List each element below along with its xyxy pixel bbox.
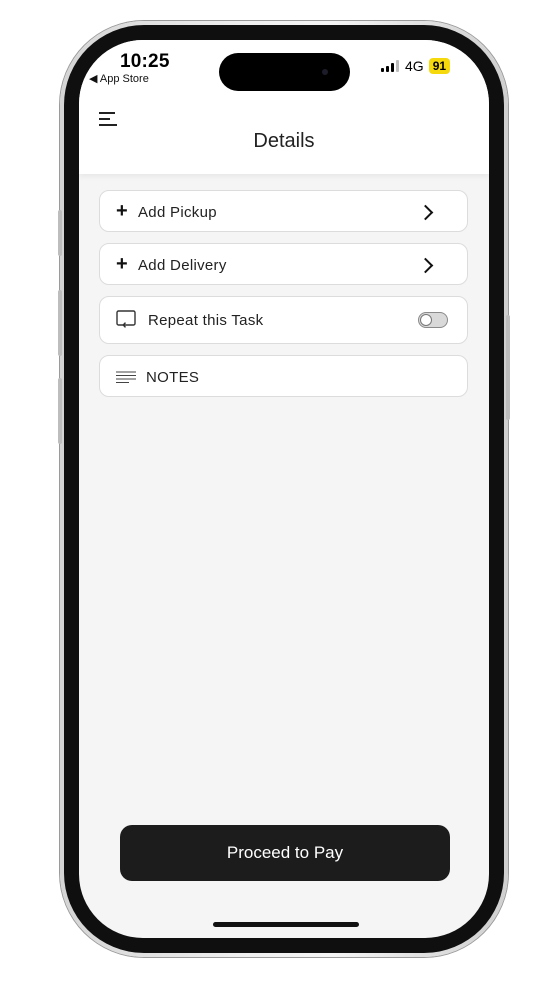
add-pickup-label: Add Pickup (138, 204, 217, 221)
add-delivery-label: Add Delivery (138, 257, 227, 274)
status-time: 10:25 (120, 51, 170, 72)
action-button (58, 210, 62, 256)
notes-lines-icon (116, 371, 136, 383)
power-button (506, 315, 510, 420)
camera-icon (322, 69, 328, 75)
add-delivery-row[interactable]: + Add Delivery (99, 243, 468, 285)
volume-down-button (58, 378, 62, 444)
dynamic-island (219, 53, 350, 91)
signal-bars-icon (381, 60, 399, 72)
chevron-right-icon (417, 204, 434, 221)
app-screen: 10:25 ◀ App Store 4G 91 Details + Add Pi… (79, 40, 489, 938)
hamburger-menu-icon[interactable] (99, 112, 117, 126)
top-bar: 10:25 ◀ App Store 4G 91 Details (79, 40, 489, 174)
repeat-icon (116, 310, 136, 328)
proceed-to-pay-button[interactable]: Proceed to Pay (120, 825, 450, 881)
repeat-task-row: Repeat this Task (99, 296, 468, 344)
add-pickup-row[interactable]: + Add Pickup (99, 190, 468, 232)
repeat-task-label: Repeat this Task (148, 312, 264, 329)
home-indicator[interactable] (213, 922, 359, 927)
network-type: 4G (405, 58, 424, 74)
page-title: Details (253, 130, 315, 152)
back-to-app-store-link[interactable]: ◀ App Store (89, 72, 149, 85)
notes-row[interactable]: NOTES (99, 355, 468, 397)
plus-icon: + (116, 200, 128, 222)
battery-icon: 91 (428, 58, 451, 74)
volume-up-button (58, 290, 62, 356)
chevron-right-icon (417, 257, 434, 274)
plus-icon: + (116, 253, 128, 275)
status-indicators: 4G 91 (381, 58, 451, 74)
notes-label: NOTES (146, 369, 200, 386)
repeat-task-toggle[interactable] (418, 312, 448, 328)
